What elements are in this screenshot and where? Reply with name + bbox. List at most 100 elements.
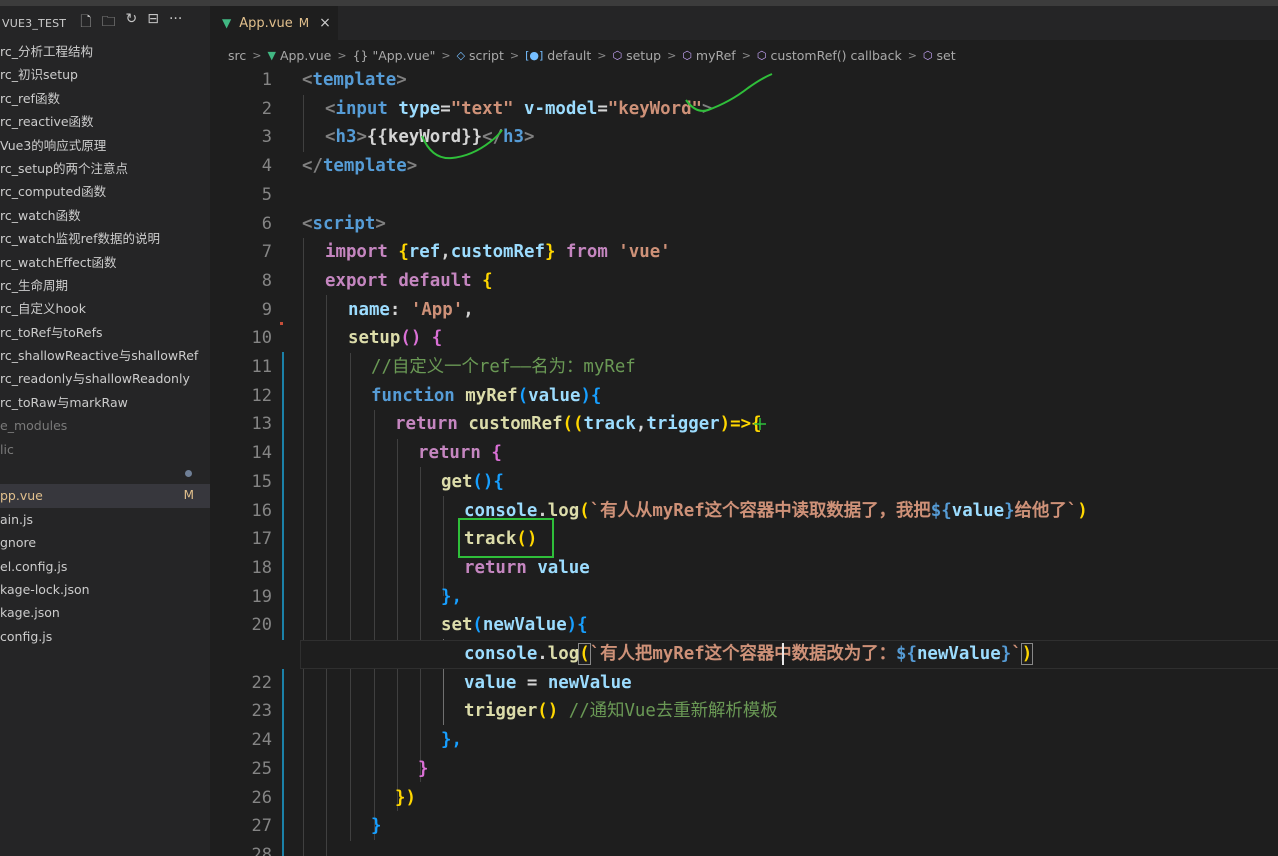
file-tree-item[interactable]: lic bbox=[0, 438, 210, 461]
file-tree-item[interactable]: config.js bbox=[0, 625, 210, 648]
new-file-icon[interactable]: 🗋 bbox=[80, 11, 91, 35]
code-text: import {ref,customRef} from 'vue' bbox=[325, 238, 671, 267]
token: }, bbox=[441, 730, 462, 751]
method-symbol-icon: ⬡ bbox=[756, 48, 767, 62]
file-tree-item-label: rc_ref函数 bbox=[0, 90, 60, 106]
token: `有人把myRef这个 bbox=[589, 644, 740, 664]
token: set bbox=[441, 615, 473, 636]
close-icon[interactable]: × bbox=[319, 15, 331, 31]
file-tree-item[interactable]: Vue3的响应式原理 bbox=[0, 134, 210, 157]
token: ) bbox=[1077, 500, 1088, 521]
method-symbol-icon: ⬡ bbox=[612, 48, 623, 62]
file-tree-item-label: rc_setup的两个注意点 bbox=[0, 160, 128, 176]
token: v-model bbox=[524, 98, 598, 119]
code-text: trigger() //通知Vue去重新解析模板 bbox=[464, 697, 778, 726]
file-tree-item-label: pp.vue bbox=[0, 488, 43, 504]
vue-file-icon: ▼ bbox=[222, 16, 232, 30]
code-editor[interactable]: 1234567891011121314151617181920212223242… bbox=[210, 66, 1278, 856]
file-tree-item[interactable]: rc_ref函数 bbox=[0, 87, 210, 110]
token: template bbox=[312, 70, 397, 90]
file-tree-item-label: rc_分析工程结构 bbox=[0, 44, 93, 59]
file-tree-item[interactable]: e_modules bbox=[0, 414, 210, 437]
file-tree-item[interactable]: rc_watch函数 bbox=[0, 204, 210, 227]
file-tree-item[interactable]: rc_初识setup bbox=[0, 63, 210, 86]
code-line: trigger() //通知Vue去重新解析模板 bbox=[210, 697, 1278, 726]
token: < bbox=[325, 98, 336, 119]
more-icon[interactable]: ··· bbox=[169, 11, 182, 35]
file-tree-item[interactable]: ain.js bbox=[0, 508, 210, 531]
file-tree-item[interactable]: rc_toRaw与markRaw bbox=[0, 391, 210, 414]
chevron-right-icon: > bbox=[741, 48, 751, 62]
file-tree-item[interactable]: rc_watchEffect函数 bbox=[0, 251, 210, 274]
code-line: function myRef(value){ bbox=[210, 382, 1278, 411]
token: < bbox=[302, 213, 313, 234]
breadcrumb-item[interactable]: customRef() callback bbox=[771, 48, 902, 63]
tab-bar: ▼ App.vue M × bbox=[210, 6, 1278, 40]
file-tree-item[interactable]: rc_setup的两个注意点 bbox=[0, 157, 210, 180]
code-text: </template> bbox=[302, 152, 417, 181]
token: ( bbox=[578, 643, 591, 665]
file-tree-item[interactable]: rc_生命周期 bbox=[0, 274, 210, 297]
token: log bbox=[547, 644, 580, 664]
token: </ bbox=[482, 127, 504, 148]
breadcrumb-item[interactable]: setup bbox=[626, 48, 661, 63]
code-line: //自定义一个ref——名为：myRef bbox=[210, 353, 1278, 382]
file-tree-item-label: rc_computed函数 bbox=[0, 184, 107, 200]
breadcrumb-item[interactable]: default bbox=[547, 48, 591, 63]
token: ) bbox=[1020, 643, 1034, 665]
status-dot-icon bbox=[185, 470, 192, 478]
code-line: track() bbox=[210, 525, 1278, 554]
breadcrumb-item[interactable]: App.vue bbox=[280, 48, 331, 63]
code-text: return customRef((track,trigger)=>{ bbox=[395, 410, 762, 439]
collapse-icon[interactable]: ⊟ bbox=[147, 11, 159, 35]
token: return bbox=[464, 557, 527, 578]
code-text: }, bbox=[441, 726, 462, 755]
token: import bbox=[325, 242, 388, 263]
file-tree-item[interactable]: el.config.js bbox=[0, 555, 210, 578]
file-tree-item[interactable]: rc_toRef与toRefs bbox=[0, 321, 210, 344]
token: } bbox=[371, 816, 382, 837]
token: myRef bbox=[465, 385, 518, 406]
file-tree-item[interactable] bbox=[0, 461, 210, 484]
breadcrumb-item[interactable]: src bbox=[228, 48, 246, 63]
token: < bbox=[302, 70, 313, 90]
token: h3 bbox=[335, 127, 357, 148]
file-tree-item[interactable]: rc_computed函数 bbox=[0, 180, 210, 203]
token: "keyWord" bbox=[607, 98, 703, 119]
file-tree-item[interactable]: rc_分析工程结构 bbox=[0, 40, 210, 63]
code-text: export default { bbox=[325, 267, 493, 296]
file-tree-item[interactable]: rc_reactive函数 bbox=[0, 110, 210, 133]
file-tree-item[interactable]: kage.json bbox=[0, 601, 210, 624]
file-tree-item[interactable]: rc_自定义hook bbox=[0, 297, 210, 320]
method-symbol-icon: ⬡ bbox=[682, 48, 692, 62]
code-text: value = newValue bbox=[464, 669, 632, 698]
breadcrumb-item[interactable]: script bbox=[469, 48, 504, 63]
code-comment: //自定义一个ref——名为：myRef bbox=[371, 357, 636, 377]
vue-file-icon: ▼ bbox=[267, 48, 276, 62]
line-number: 28 bbox=[251, 844, 272, 856]
file-tree-item[interactable]: pp.vue M bbox=[0, 484, 210, 508]
breadcrumb-item[interactable]: set bbox=[937, 48, 956, 63]
file-tree-item-label: ain.js bbox=[0, 511, 34, 527]
code-text: return value bbox=[464, 554, 590, 583]
code-line-current: console.log(`有人把myRef这个容器中数据改为了：${newVal… bbox=[210, 640, 1278, 669]
code-text: }) bbox=[395, 784, 416, 813]
file-tree-item[interactable]: kage-lock.json bbox=[0, 578, 210, 601]
refresh-icon[interactable]: ↻ bbox=[125, 11, 137, 35]
token: 给他了` bbox=[1014, 500, 1078, 521]
tab-app-vue[interactable]: ▼ App.vue M × bbox=[210, 6, 338, 40]
file-tree-item[interactable]: rc_readonly与shallowReadonly bbox=[0, 367, 210, 390]
token: ${ bbox=[930, 500, 952, 521]
file-tree-item-label: lic bbox=[0, 441, 14, 457]
new-folder-icon[interactable]: 🗀 bbox=[101, 11, 115, 35]
file-tree-item[interactable]: rc_shallowReactive与shallowRef bbox=[0, 344, 210, 367]
code-line: } bbox=[210, 812, 1278, 841]
token: > bbox=[406, 156, 418, 177]
breadcrumb-item[interactable]: myRef bbox=[696, 48, 736, 63]
token: , bbox=[635, 414, 647, 435]
breadcrumb-item[interactable]: {} "App.vue" bbox=[353, 48, 436, 63]
script-symbol-icon: ◇ bbox=[456, 48, 466, 62]
file-tree-item[interactable]: gnore bbox=[0, 531, 210, 554]
token: type bbox=[398, 98, 441, 119]
file-tree-item[interactable]: rc_watch监视ref数据的说明 bbox=[0, 227, 210, 250]
